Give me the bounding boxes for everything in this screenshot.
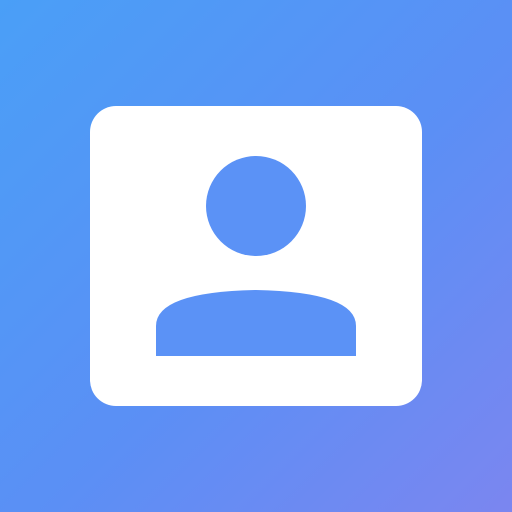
person-shoulders xyxy=(156,290,356,356)
contact-card-app-icon[interactable] xyxy=(0,0,512,512)
person-icon xyxy=(156,156,356,356)
contact-card xyxy=(90,106,422,406)
person-head xyxy=(206,156,306,256)
